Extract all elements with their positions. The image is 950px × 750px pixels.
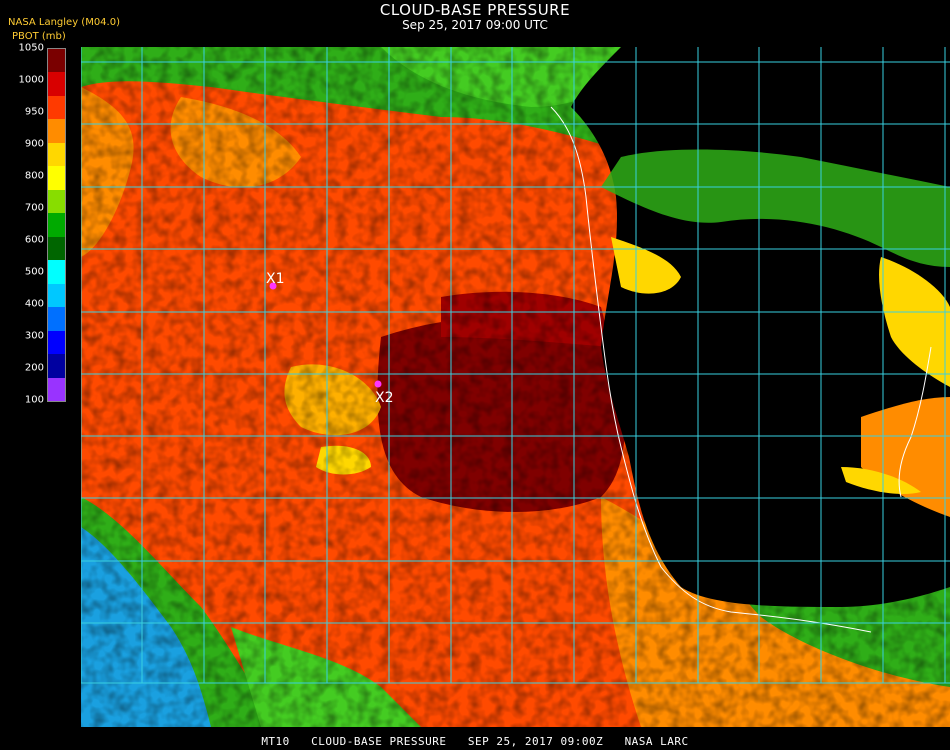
colorbar (47, 48, 66, 402)
colorbar-tick-label: 300 (24, 330, 44, 342)
colorbar-segment (48, 142, 65, 167)
colorbar-tick-label: 1050 (18, 42, 44, 54)
satellite-map[interactable]: X1 X2 (81, 47, 950, 727)
colorbar-segment (48, 213, 65, 237)
colorbar-segment (48, 119, 65, 143)
colorbar-tick-label: 950 (24, 106, 44, 118)
colorbar-segment (48, 377, 65, 402)
colorbar-tick-label: 100 (24, 394, 44, 406)
page-subtitle: Sep 25, 2017 09:00 UTC (402, 18, 548, 32)
map-canvas: X1 X2 (81, 47, 950, 727)
colorbar-tick-label: 200 (24, 362, 44, 374)
colorbar-segment (48, 307, 65, 331)
colorbar-tick-label: 800 (24, 170, 44, 182)
colorbar-segment (48, 354, 65, 378)
colorbar-ticks: 1050 1000 950 900 800 700 600 500 400 300 200 100 (0, 0, 44, 750)
colorbar-tick-label: 500 (24, 266, 44, 278)
footer-caption: MT10 CLOUD-BASE PRESSURE SEP 25, 2017 09… (261, 735, 689, 748)
colorbar-segment (48, 283, 65, 308)
colorbar-tick-label: 900 (24, 138, 44, 150)
marker-label: X1 (266, 271, 285, 287)
colorbar-segment (48, 72, 65, 96)
colorbar-segment (48, 189, 65, 214)
colorbar-segment (48, 260, 65, 284)
colorbar-tick-label: 700 (24, 202, 44, 214)
colorbar-segment (48, 95, 65, 120)
marker-label: X2 (375, 390, 394, 406)
page-title: CLOUD-BASE PRESSURE (379, 1, 571, 19)
marker-x1[interactable]: X1 (266, 271, 285, 290)
colorbar-tick-label: 400 (24, 298, 44, 310)
marker-dot (374, 380, 382, 388)
colorbar-segment (48, 49, 65, 73)
colorbar-tick-label: 1000 (18, 74, 44, 86)
colorbar-segment (48, 166, 65, 190)
colorbar-tick-label: 600 (24, 234, 44, 246)
colorbar-segment (48, 236, 65, 261)
colorbar-segment (48, 330, 65, 355)
